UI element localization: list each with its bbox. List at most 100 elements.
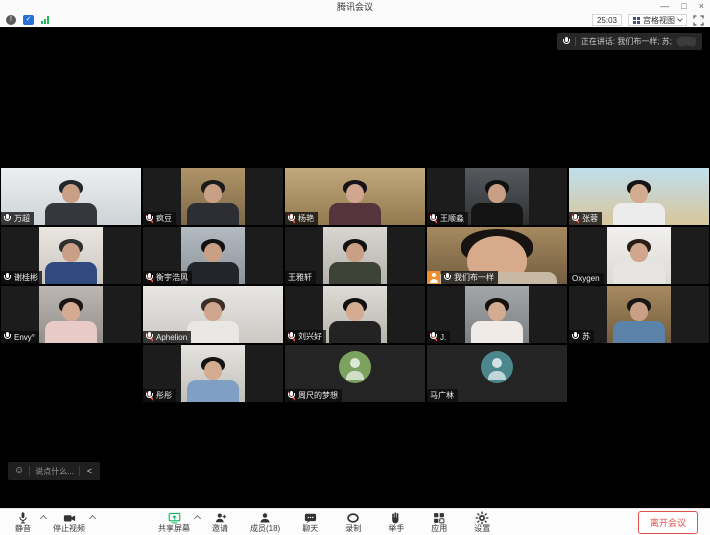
participant-name: 刘兴好 <box>298 331 322 342</box>
person-body <box>613 321 665 343</box>
mic-icon <box>563 37 570 47</box>
toolbar-button-members[interactable]: 成员(18) <box>250 511 280 533</box>
participant-avatar <box>481 351 513 383</box>
mic-status-icon <box>572 332 579 342</box>
person-face <box>346 302 364 321</box>
mic-status-icon <box>146 332 153 342</box>
participant-tile[interactable]: Aphelion <box>143 286 283 343</box>
participant-tile[interactable]: 王雅轩 <box>285 227 425 284</box>
person-body <box>471 321 523 343</box>
participant-tile[interactable]: 杨艳 <box>285 168 425 225</box>
toolbar-button-apps[interactable]: 应用 <box>426 511 452 533</box>
participant-tile[interactable]: 疯豆 <box>143 168 283 225</box>
person-face <box>204 302 222 321</box>
titlebar: 腾讯会议 — □ × <box>0 0 710 13</box>
minimize-icon[interactable]: — <box>660 0 669 13</box>
invite-icon <box>213 511 228 524</box>
person-body <box>45 321 97 343</box>
chat-input-placeholder[interactable]: 说点什么... <box>35 466 74 477</box>
speaker-avatars <box>677 37 696 46</box>
toolbar-button-settings[interactable]: 设置 <box>469 511 495 533</box>
participant-label-row: 彤彤 <box>143 389 176 402</box>
participant-label-row: 万超 <box>1 212 34 225</box>
participant-tile[interactable]: 马广林 <box>427 345 567 402</box>
participant-label-row: 杨艳 <box>285 212 318 225</box>
participant-name: Oxygen <box>572 274 600 283</box>
meeting-info-icon[interactable]: ! <box>6 15 16 25</box>
speaking-toast-text: 正在讲话: 我们布一样; 苏; <box>581 36 672 47</box>
participant-video <box>323 227 387 284</box>
participant-tile[interactable]: Oxygen <box>569 227 709 284</box>
participant-avatar <box>339 351 371 383</box>
toolbar-label: 静音 <box>15 525 31 533</box>
participant-name: 谢桂彬 <box>14 272 38 283</box>
person-body <box>45 262 97 284</box>
window-controls: — □ × <box>660 0 704 13</box>
chevron-up-icon[interactable] <box>89 515 96 522</box>
mic-status-icon <box>430 214 437 224</box>
participant-label-row: 疯豆 <box>143 212 176 225</box>
app-window: 腾讯会议 — □ × ! ✓ 25:03 宫格视图 正在讲话: 我们 <box>0 0 710 535</box>
toolbar-button-record[interactable]: 录制 <box>340 511 366 533</box>
security-shield-icon[interactable]: ✓ <box>23 15 34 25</box>
participant-tile[interactable]: 我们布一样 <box>427 227 567 284</box>
chat-quick-bar[interactable]: ☺ 说点什么... < <box>8 462 100 480</box>
video-area: 正在讲话: 我们布一样; 苏; 万超 <box>0 28 710 508</box>
participant-video <box>607 286 671 343</box>
participant-tile[interactable]: 苏 <box>569 286 709 343</box>
fullscreen-icon[interactable] <box>693 15 704 26</box>
chevron-up-icon[interactable] <box>40 515 47 522</box>
leave-meeting-button[interactable]: 离开会议 <box>638 511 698 534</box>
view-mode-button[interactable]: 宫格视图 <box>628 14 687 26</box>
person-figure <box>465 286 529 343</box>
participant-tile[interactable]: J. <box>427 286 567 343</box>
collapse-chat-icon[interactable]: < <box>85 466 94 476</box>
mic-status-icon <box>288 214 295 224</box>
statusbar: ! ✓ 25:03 宫格视图 <box>0 13 710 28</box>
mic-status-icon <box>288 391 295 401</box>
toolbar-button-chat[interactable]: 聊天 <box>297 511 323 533</box>
participant-tile[interactable]: 谢桂彬 <box>1 227 141 284</box>
participant-tile[interactable]: 万超 <box>1 168 141 225</box>
person-figure <box>607 227 671 284</box>
close-icon[interactable]: × <box>699 0 704 13</box>
participant-tile[interactable]: 王顺淼 <box>427 168 567 225</box>
toolbar-button-mute[interactable]: 静音 <box>10 511 36 533</box>
participant-label-row: Envy° <box>1 331 39 343</box>
participant-tile[interactable]: 衡宇浩风 <box>143 227 283 284</box>
participant-tile[interactable]: 周尺的梦想 <box>285 345 425 402</box>
maximize-icon[interactable]: □ <box>681 0 686 13</box>
divider <box>79 466 80 476</box>
divider <box>575 37 576 46</box>
mic-status-icon <box>146 391 153 401</box>
participant-video <box>465 168 529 225</box>
person-face <box>204 243 222 262</box>
person-body <box>329 262 381 284</box>
person-body <box>187 321 239 343</box>
participant-tile[interactable]: Envy° <box>1 286 141 343</box>
participant-label-row: 苏 <box>569 330 594 343</box>
participant-tile[interactable]: 刘兴好 <box>285 286 425 343</box>
chevron-up-icon[interactable] <box>194 515 201 522</box>
toolbar-label: 共享屏幕 <box>158 525 190 533</box>
mic-status-icon <box>430 332 437 342</box>
participant-label-row: 我们布一样 <box>427 271 498 284</box>
participant-tile[interactable]: 张蓉 <box>569 168 709 225</box>
person-face <box>62 302 80 321</box>
person-face <box>62 184 80 203</box>
person-face <box>488 184 506 203</box>
mic-status-icon <box>288 332 295 342</box>
mic-status-icon <box>444 273 451 283</box>
toolbar-button-stop-video[interactable]: 停止视频 <box>53 511 85 533</box>
toolbar-button-raise-hand[interactable]: 举手 <box>383 511 409 533</box>
raise-hand-icon <box>389 511 403 524</box>
toolbar-button-share-screen[interactable]: 共享屏幕 <box>158 511 190 533</box>
participant-tile[interactable]: 彤彤 <box>143 345 283 402</box>
participant-name: 周尺的梦想 <box>298 390 338 401</box>
emoji-icon[interactable]: ☺ <box>14 466 24 476</box>
meeting-timer: 25:03 <box>592 14 622 26</box>
toolbar-button-invite[interactable]: 邀请 <box>207 511 233 533</box>
person-body <box>187 262 239 284</box>
person-figure <box>323 227 387 284</box>
participant-video <box>607 227 671 284</box>
